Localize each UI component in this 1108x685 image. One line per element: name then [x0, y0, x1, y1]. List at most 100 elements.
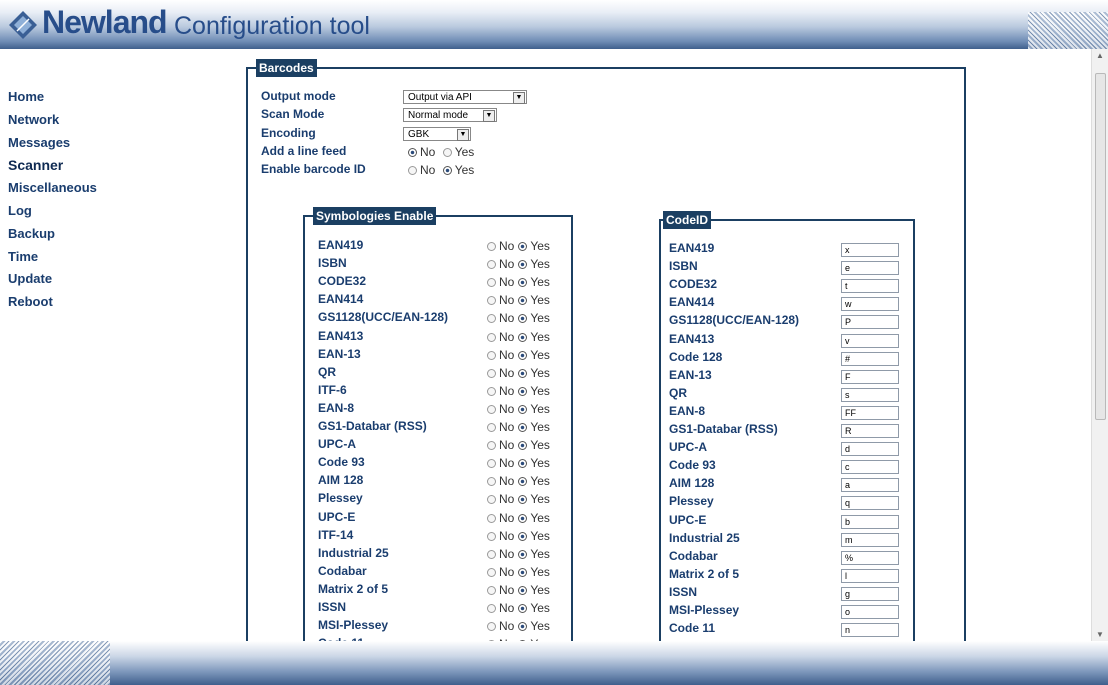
sidebar-item-update[interactable]: Update [8, 268, 97, 291]
symbology-yes-radio[interactable] [518, 585, 528, 595]
sidebar-item-home[interactable]: Home [8, 86, 97, 109]
codeid-input[interactable]: c [841, 460, 899, 475]
symbology-no-radio[interactable] [487, 549, 496, 559]
symbology-yes-radio[interactable] [518, 423, 528, 432]
symbology-no-radio[interactable] [487, 441, 496, 451]
sidebar-item-scanner[interactable]: Scanner [8, 154, 97, 177]
codeid-input[interactable]: s [841, 387, 899, 402]
symbology-no-radio[interactable] [487, 567, 496, 577]
symbology-no-radio[interactable] [487, 296, 496, 306]
line-feed-yes-radio[interactable] [442, 148, 452, 157]
codeid-input[interactable]: l [841, 568, 899, 583]
symbology-yes-radio[interactable] [518, 260, 528, 270]
codeid-input[interactable]: P [841, 315, 899, 330]
symbology-label: UPC-A [318, 437, 356, 452]
symbology-yes-radio[interactable] [518, 242, 528, 251]
sidebar-item-backup[interactable]: Backup [8, 223, 97, 246]
page-scrollbar[interactable]: ▲ ▼ [1091, 49, 1108, 641]
symbology-yes-radio[interactable] [518, 459, 528, 469]
symbology-label: ISBN [318, 256, 347, 271]
sidebar-item-network[interactable]: Network [8, 109, 97, 132]
symbology-yes-radio[interactable] [518, 278, 528, 288]
symbology-no-radio[interactable] [487, 459, 496, 469]
codeid-input[interactable]: x [841, 243, 899, 257]
codeid-input[interactable]: q [841, 496, 899, 511]
symbology-yes-radio[interactable] [518, 495, 528, 505]
symbology-no-radio[interactable] [487, 404, 496, 414]
sidebar-item-time[interactable]: Time [8, 246, 97, 269]
symbology-yes-radio[interactable] [518, 477, 528, 487]
symbology-yes-radio[interactable] [518, 622, 528, 632]
codeid-input[interactable]: b [841, 514, 899, 529]
symbology-label: CODE32 [318, 274, 367, 289]
codeid-input[interactable]: g [841, 586, 899, 601]
symbology-label: ITF-6 [318, 382, 347, 397]
symbology-radio-group: NoYes [487, 456, 554, 470]
scroll-up-icon[interactable]: ▲ [1096, 51, 1104, 60]
codeid-label: EAN413 [669, 331, 715, 346]
codeid-input[interactable]: w [841, 297, 899, 312]
codeid-input[interactable]: % [841, 550, 899, 565]
symbology-no-radio[interactable] [487, 622, 496, 632]
codeid-input[interactable]: F [841, 369, 899, 384]
symbology-no-radio[interactable] [487, 242, 496, 251]
symbology-yes-radio[interactable] [518, 350, 528, 360]
codeid-input[interactable]: m [841, 532, 899, 547]
codeid-label: EAN-13 [669, 367, 712, 382]
barcode-id-yes-radio[interactable] [442, 166, 452, 175]
symbology-no-radio[interactable] [487, 423, 496, 432]
symbology-yes-radio[interactable] [518, 441, 528, 451]
sidebar-item-messages[interactable]: Messages [8, 132, 97, 155]
codeid-label: CODE32 [669, 277, 718, 292]
symbology-yes-radio[interactable] [518, 513, 528, 523]
scrollbar-thumb[interactable] [1095, 73, 1106, 420]
codeid-input[interactable]: v [841, 333, 899, 348]
symbology-no-radio[interactable] [487, 495, 496, 505]
symbology-yes-radio[interactable] [518, 531, 528, 541]
symbology-yes-radio[interactable] [518, 332, 528, 342]
encoding-select[interactable]: GBK ▼ [403, 127, 471, 141]
codeid-input[interactable]: R [841, 424, 899, 438]
barcode-id-no-radio[interactable] [408, 166, 417, 175]
symbology-no-radio[interactable] [487, 531, 496, 541]
symbology-yes-radio[interactable] [518, 386, 528, 396]
codeid-input[interactable]: FF [841, 405, 899, 420]
codeid-input[interactable]: a [841, 478, 899, 493]
symbologies-legend: Symbologies Enable [313, 207, 437, 225]
codeid-input[interactable]: d [841, 442, 899, 457]
symbology-yes-radio[interactable] [518, 296, 528, 306]
symbology-yes-radio[interactable] [518, 549, 528, 559]
symbology-no-radio[interactable] [487, 368, 496, 378]
sidebar-item-reboot[interactable]: Reboot [8, 291, 97, 314]
codeid-input[interactable]: e [841, 261, 899, 276]
symbology-no-radio[interactable] [487, 604, 496, 613]
output-mode-select[interactable]: Output via API ▼ [403, 90, 527, 104]
symbology-yes-radio[interactable] [518, 567, 528, 577]
symbology-no-radio[interactable] [487, 332, 496, 342]
line-feed-no-radio[interactable] [408, 148, 417, 157]
codeid-input[interactable]: t [841, 279, 899, 294]
chevron-down-icon: ▼ [483, 110, 495, 122]
symbology-yes-radio[interactable] [518, 404, 528, 414]
codeid-input[interactable]: # [841, 351, 899, 366]
symbology-no-radio[interactable] [487, 585, 496, 595]
symbology-no-radio[interactable] [487, 513, 496, 523]
scroll-down-icon[interactable]: ▼ [1096, 630, 1104, 639]
symbology-no-radio[interactable] [487, 350, 496, 360]
line-feed-radio-group: No Yes [408, 145, 478, 159]
symbology-yes-radio[interactable] [518, 604, 528, 613]
scan-mode-select[interactable]: Normal mode ▼ [403, 108, 497, 122]
symbology-no-radio[interactable] [487, 278, 496, 288]
symbology-label: Code 93 [318, 455, 365, 470]
symbology-no-radio[interactable] [487, 386, 496, 396]
codeid-input[interactable]: n [841, 623, 899, 638]
symbology-yes-radio[interactable] [518, 368, 528, 378]
barcodes-legend: Barcodes [256, 59, 317, 77]
sidebar-item-miscellaneous[interactable]: Miscellaneous [8, 177, 97, 200]
codeid-input[interactable]: o [841, 605, 899, 619]
sidebar-item-log[interactable]: Log [8, 200, 97, 223]
symbology-no-radio[interactable] [487, 314, 496, 324]
symbology-yes-radio[interactable] [518, 314, 528, 324]
symbology-no-radio[interactable] [487, 260, 496, 270]
symbology-no-radio[interactable] [487, 477, 496, 487]
